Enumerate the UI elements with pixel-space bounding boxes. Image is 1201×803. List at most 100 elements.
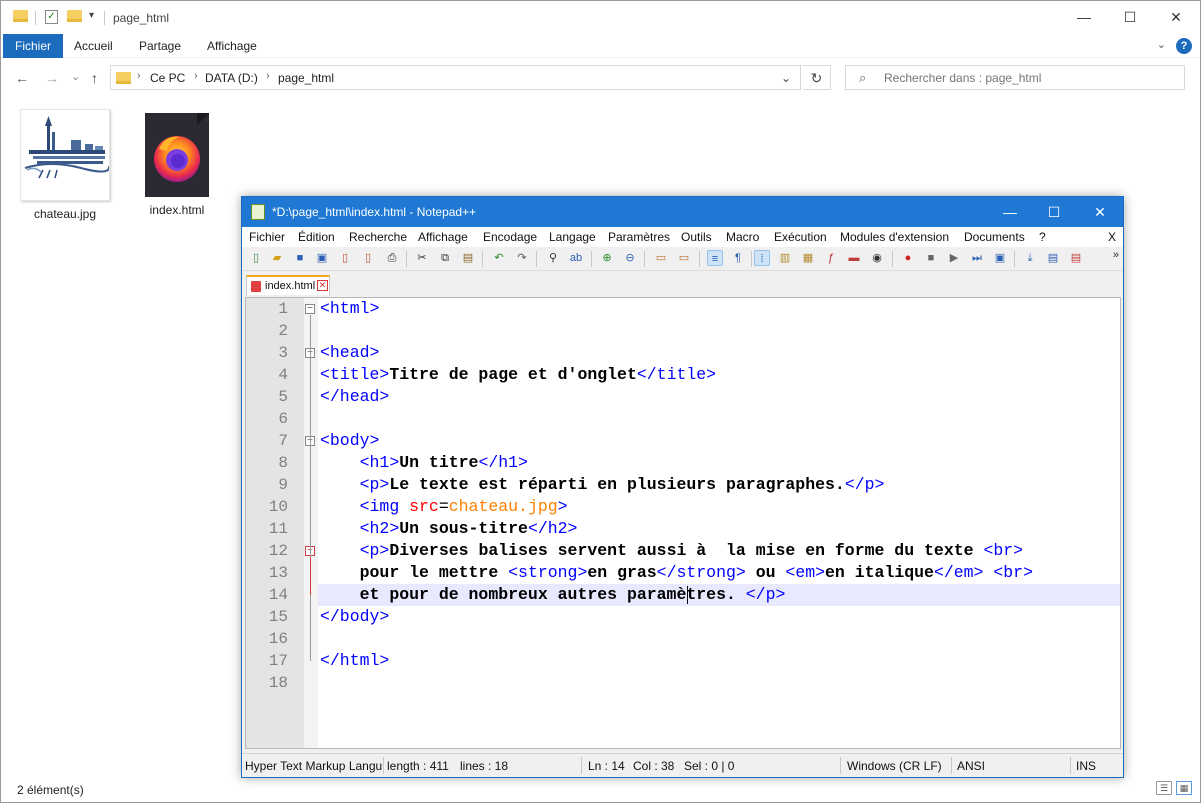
ribbon-tab-partage[interactable]: Partage bbox=[127, 34, 193, 58]
file-item-index[interactable]: index.html bbox=[127, 113, 227, 217]
sync-horizontal-icon[interactable]: ▭ bbox=[676, 250, 692, 266]
current-code-line[interactable]: et pour de nombreux autres paramètres. <… bbox=[318, 584, 1120, 606]
code-line[interactable]: <html> bbox=[318, 298, 1120, 320]
code-line[interactable] bbox=[318, 628, 1120, 650]
breadcrumb-data-drive[interactable]: DATA (D:) bbox=[205, 71, 258, 85]
refresh-button[interactable]: ↻ bbox=[803, 65, 831, 90]
code-line[interactable]: </head> bbox=[318, 386, 1120, 408]
code-line[interactable]: pour le mettre <strong>en gras</strong> … bbox=[318, 562, 1120, 584]
menu-macro[interactable]: Macro bbox=[726, 230, 759, 244]
save-icon[interactable]: ■ bbox=[292, 250, 308, 266]
code-line[interactable] bbox=[318, 672, 1120, 694]
menu-recherche[interactable]: Recherche bbox=[349, 230, 407, 244]
sync-vertical-icon[interactable]: ▭ bbox=[653, 250, 669, 266]
menu-affichage[interactable]: Affichage bbox=[418, 230, 468, 244]
user-language-icon[interactable]: ▥ bbox=[777, 250, 793, 266]
close-button[interactable]: ✕ bbox=[1153, 1, 1199, 34]
folder-as-workspace-icon[interactable]: ▬ bbox=[846, 250, 862, 266]
open-file-icon[interactable]: ▰ bbox=[269, 250, 285, 266]
replace-icon[interactable]: ab bbox=[568, 250, 584, 266]
menu-close-document[interactable]: X bbox=[1108, 230, 1116, 244]
code-line[interactable] bbox=[318, 320, 1120, 342]
search-box[interactable]: ⌕ bbox=[845, 65, 1185, 90]
zoom-in-icon[interactable]: ⊕ bbox=[599, 250, 615, 266]
find-icon[interactable]: ⚲ bbox=[545, 250, 561, 266]
large-icons-view-icon[interactable]: ▦ bbox=[1176, 781, 1192, 795]
tab-close-icon[interactable]: ✕ bbox=[317, 280, 328, 291]
back-icon[interactable]: ← bbox=[15, 70, 29, 86]
save-all-icon[interactable]: ▣ bbox=[314, 250, 330, 266]
search-input[interactable] bbox=[884, 69, 1174, 87]
record-macro-icon[interactable]: ● bbox=[900, 250, 916, 266]
menu-langage[interactable]: Langage bbox=[549, 230, 596, 244]
code-line[interactable]: </html> bbox=[318, 650, 1120, 672]
menu-documents[interactable]: Documents bbox=[964, 230, 1025, 244]
close-all-icon[interactable]: ▯ bbox=[360, 250, 376, 266]
code-line[interactable] bbox=[318, 408, 1120, 430]
monitoring-icon[interactable]: ◉ bbox=[869, 250, 885, 266]
menu-execution[interactable]: Exécution bbox=[774, 230, 827, 244]
menu-parametres[interactable]: Paramètres bbox=[608, 230, 670, 244]
stop-macro-icon[interactable]: ■ bbox=[923, 250, 939, 266]
plugin-icon[interactable]: ⤓ bbox=[1022, 250, 1038, 266]
code-line[interactable]: <title>Titre de page et d'onglet</title> bbox=[318, 364, 1120, 386]
npp-maximize-button[interactable]: ☐ bbox=[1031, 197, 1077, 227]
menu-encodage[interactable]: Encodage bbox=[483, 230, 537, 244]
tab-index-html[interactable]: index.html ✕ bbox=[246, 275, 330, 295]
print-icon[interactable]: ⎙ bbox=[384, 250, 400, 266]
plugin-icon[interactable]: ▤ bbox=[1045, 250, 1061, 266]
customize-quick-access-icon[interactable]: ▾ bbox=[89, 10, 94, 21]
plugin-icon[interactable]: ▤ bbox=[1068, 250, 1084, 266]
function-list-icon[interactable]: ƒ bbox=[823, 250, 839, 266]
file-item-chateau[interactable]: chateau.jpg bbox=[15, 109, 115, 221]
menu-edition[interactable]: Édition bbox=[298, 230, 335, 244]
code-line[interactable]: <p>Diverses balises servent aussi à la m… bbox=[318, 540, 1120, 562]
word-wrap-icon[interactable]: ≡ bbox=[707, 250, 723, 266]
new-folder-icon[interactable] bbox=[67, 10, 82, 22]
address-dropdown-icon[interactable]: ⌄ bbox=[781, 71, 791, 85]
ribbon-tab-affichage[interactable]: Affichage bbox=[195, 34, 269, 58]
play-macro-icon[interactable]: ▶ bbox=[946, 250, 962, 266]
code-line[interactable]: <head> bbox=[318, 342, 1120, 364]
menu-help[interactable]: ? bbox=[1039, 230, 1046, 244]
code-line[interactable]: </body> bbox=[318, 606, 1120, 628]
new-file-icon[interactable]: ▯ bbox=[248, 250, 264, 266]
up-icon[interactable]: ↑ bbox=[91, 70, 98, 86]
toolbar-overflow-icon[interactable]: » bbox=[1113, 249, 1119, 261]
breadcrumb-ce-pc[interactable]: Ce PC bbox=[150, 71, 185, 85]
code-line[interactable]: <p>Le texte est réparti en plusieurs par… bbox=[318, 474, 1120, 496]
expand-ribbon-icon[interactable]: ⌄ bbox=[1157, 38, 1166, 51]
undo-icon[interactable]: ↶ bbox=[491, 250, 507, 266]
copy-icon[interactable]: ⧉ bbox=[437, 250, 453, 266]
npp-minimize-button[interactable]: — bbox=[987, 197, 1033, 227]
recent-locations-icon[interactable]: ⌄ bbox=[71, 70, 80, 83]
breadcrumb-page-html[interactable]: page_html bbox=[278, 71, 334, 85]
help-icon[interactable]: ? bbox=[1176, 38, 1192, 54]
ribbon-tab-accueil[interactable]: Accueil bbox=[62, 34, 125, 58]
properties-icon[interactable]: ✓ bbox=[45, 10, 58, 24]
menu-fichier[interactable]: Fichier bbox=[249, 230, 285, 244]
code-line[interactable]: <body> bbox=[318, 430, 1120, 452]
run-macro-multiple-icon[interactable]: ⏭ bbox=[969, 250, 985, 266]
menu-modules-extension[interactable]: Modules d'extension bbox=[840, 230, 949, 244]
cut-icon[interactable]: ✂ bbox=[414, 250, 430, 266]
redo-icon[interactable]: ↷ bbox=[514, 250, 530, 266]
minimize-button[interactable]: — bbox=[1061, 1, 1107, 34]
details-view-icon[interactable]: ☰ bbox=[1156, 781, 1172, 795]
code-line[interactable]: <h1>Un titre</h1> bbox=[318, 452, 1120, 474]
ribbon-tab-fichier[interactable]: Fichier bbox=[3, 34, 64, 58]
indent-guide-icon[interactable]: ⁞ bbox=[754, 250, 770, 266]
show-all-characters-icon[interactable]: ¶ bbox=[730, 250, 746, 266]
fold-toggle-icon[interactable]: − bbox=[305, 304, 315, 314]
close-file-icon[interactable]: ▯ bbox=[337, 250, 353, 266]
menu-outils[interactable]: Outils bbox=[681, 230, 712, 244]
npp-close-button[interactable]: ✕ bbox=[1077, 197, 1123, 227]
code-line[interactable]: <img src=chateau.jpg> bbox=[318, 496, 1120, 518]
maximize-button[interactable]: ☐ bbox=[1107, 1, 1153, 34]
zoom-out-icon[interactable]: ⊖ bbox=[622, 250, 638, 266]
save-macro-icon[interactable]: ▣ bbox=[992, 250, 1008, 266]
paste-icon[interactable]: ▤ bbox=[460, 250, 476, 266]
address-bar[interactable]: › Ce PC › DATA (D:) › page_html ⌄ bbox=[110, 65, 801, 90]
code-line[interactable]: <h2>Un sous-titre</h2> bbox=[318, 518, 1120, 540]
forward-icon[interactable]: → bbox=[45, 70, 59, 86]
